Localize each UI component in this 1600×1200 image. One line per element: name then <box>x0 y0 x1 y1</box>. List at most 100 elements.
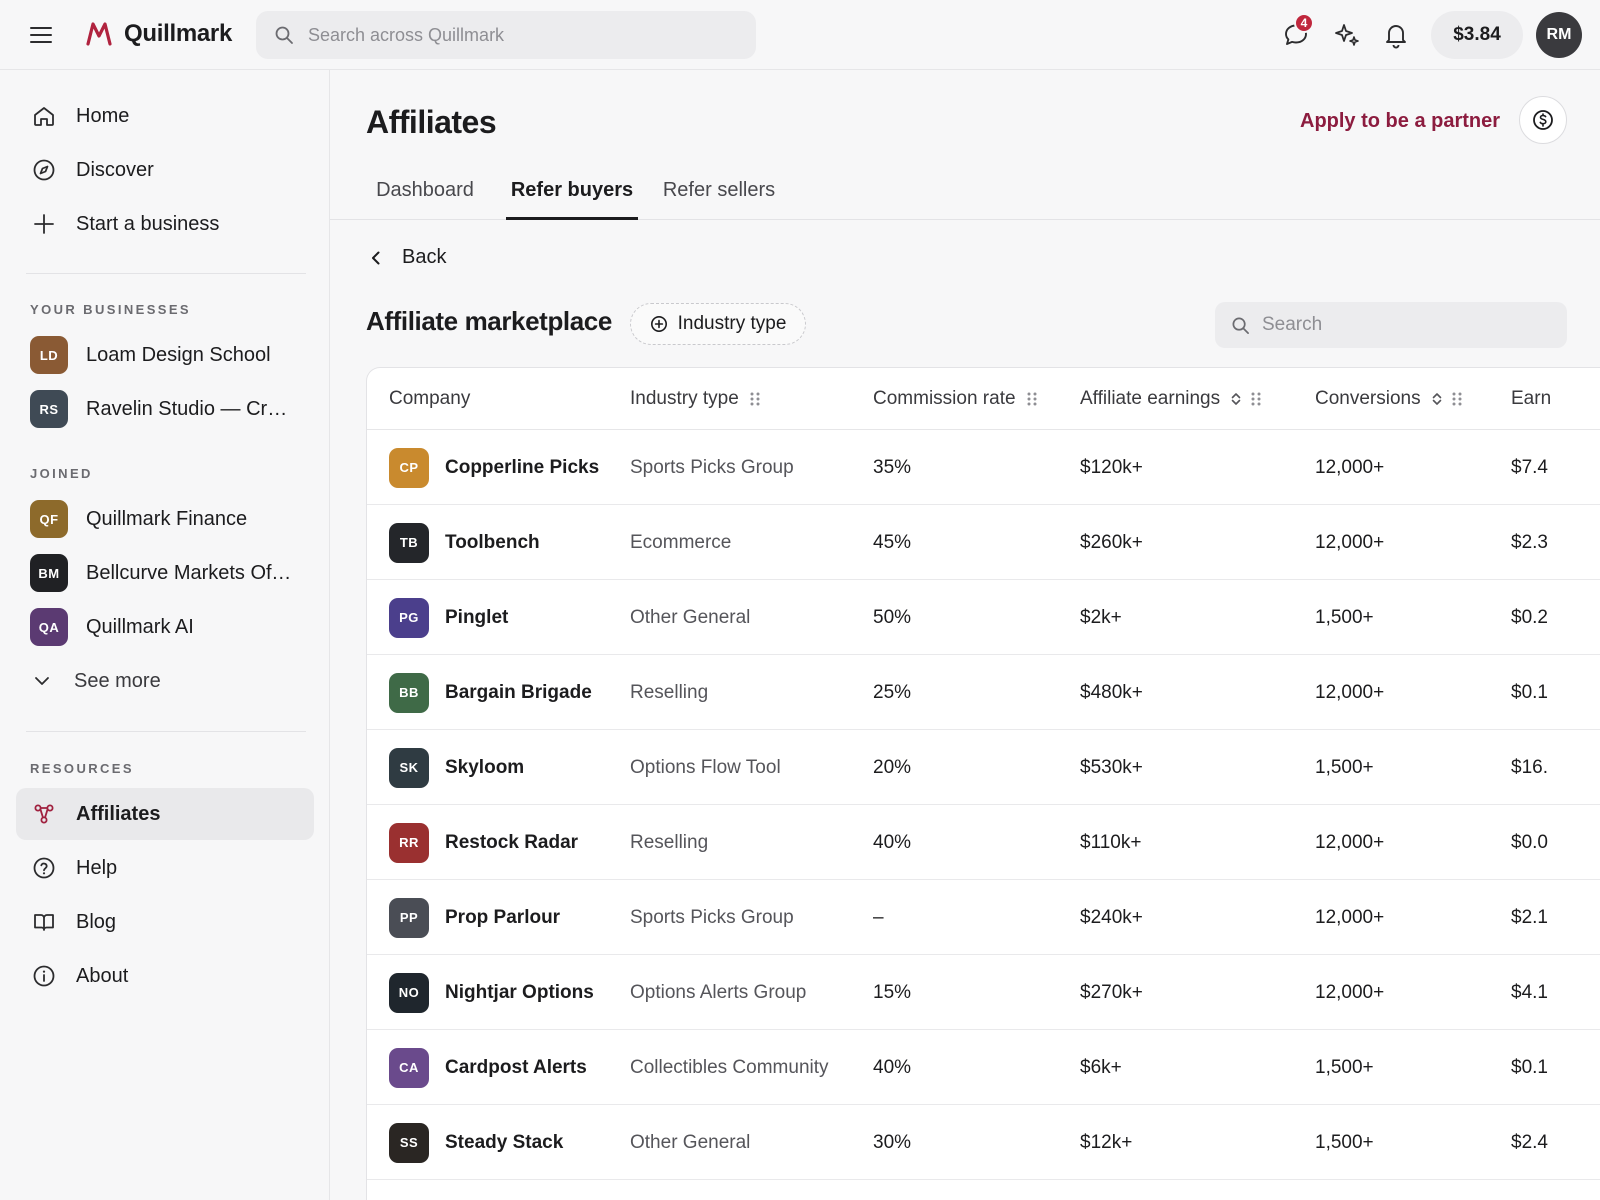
earn-cell: $2.1 <box>1511 906 1548 928</box>
joined-item-quillmark-ai[interactable]: QA Quillmark AI <box>16 601 314 653</box>
industry-cell: Other General <box>630 1131 751 1153</box>
column-label: Affiliate earnings <box>1080 388 1221 409</box>
industry-type-filter[interactable]: Industry type <box>630 303 806 345</box>
global-search-input[interactable] <box>308 24 728 46</box>
company-name: Cardpost Alerts <box>445 1056 587 1078</box>
sidebar-item-discover[interactable]: Discover <box>16 144 314 196</box>
sidebar-item-label: Home <box>76 104 130 127</box>
column-header-company[interactable]: Company <box>389 368 470 430</box>
table-row[interactable]: RR Restock Radar Reselling 40% $110k+ 12,… <box>367 805 1600 880</box>
see-more-label: See more <box>74 669 161 692</box>
column-header-conversions[interactable]: Conversions <box>1315 368 1463 430</box>
top-bar: Quillmark 4 $3.84 RM <box>0 0 1600 70</box>
bell-icon[interactable] <box>1381 20 1411 50</box>
plus-circle-icon <box>650 316 667 332</box>
earn-cell: $2.3 <box>1511 531 1548 553</box>
sort-icon[interactable] <box>1431 391 1443 407</box>
conversions-cell: 12,000+ <box>1315 531 1385 553</box>
earn-cell: $4.1 <box>1511 981 1548 1003</box>
table-row[interactable]: TB Toolbench Ecommerce 45% $260k+ 12,000+… <box>367 505 1600 580</box>
commission-cell: 35% <box>873 456 912 478</box>
affiliate-table: Company Industry type Commission rate Af… <box>366 367 1600 1200</box>
company-cell: CA Cardpost Alerts <box>389 1030 587 1105</box>
marketplace-search[interactable] <box>1215 302 1567 348</box>
drag-handle-icon[interactable] <box>1026 391 1038 407</box>
help-icon <box>33 857 55 879</box>
business-name: Quillmark AI <box>86 615 194 638</box>
sidebar-item-home[interactable]: Home <box>16 90 314 142</box>
app-name: Quillmark <box>124 20 233 47</box>
company-cell: PG Pinglet <box>389 580 508 655</box>
menu-icon[interactable] <box>28 22 54 48</box>
company-avatar: TB <box>389 522 429 563</box>
app-logo[interactable]: Quillmark <box>86 20 232 48</box>
business-avatar: QF <box>30 500 68 538</box>
chevron-left-icon <box>372 251 380 264</box>
sidebar-item-affiliates[interactable]: Affiliates <box>16 788 314 840</box>
column-header-commission[interactable]: Commission rate <box>873 368 1038 430</box>
drag-handle-icon[interactable] <box>1250 391 1262 407</box>
sidebar-item-label: Blog <box>76 910 117 933</box>
business-item-ravelin[interactable]: RS Ravelin Studio — Creative <box>16 383 314 435</box>
business-item-loam[interactable]: LD Loam Design School <box>16 329 314 381</box>
earnings-cell: $120k+ <box>1080 456 1143 478</box>
global-search[interactable] <box>256 11 756 59</box>
conversions-cell: 1,500+ <box>1315 606 1374 628</box>
sidebar-item-start-business[interactable]: Start a business <box>16 198 314 250</box>
conversions-cell: 1,500+ <box>1315 756 1374 778</box>
tab-refer-sellers[interactable]: Refer sellers <box>660 168 778 220</box>
affiliates-icon <box>34 804 54 824</box>
column-label: Conversions <box>1315 388 1421 409</box>
back-button[interactable]: Back <box>366 246 446 269</box>
book-icon <box>34 914 54 931</box>
sidebar-item-label: About <box>76 964 129 987</box>
company-cell: PP Prop Parlour <box>389 880 560 955</box>
company-name: Bargain Brigade <box>445 681 592 703</box>
conversions-cell: 1,500+ <box>1315 1056 1374 1078</box>
table-row[interactable]: CA Cardpost Alerts Collectibles Community… <box>367 1030 1600 1105</box>
plus-icon <box>34 214 54 234</box>
sparkles-icon[interactable] <box>1332 20 1362 50</box>
column-header-industry[interactable]: Industry type <box>630 368 761 430</box>
tab-bar: Dashboard Refer buyers Refer sellers <box>330 168 1600 220</box>
tab-refer-buyers[interactable]: Refer buyers <box>506 168 638 220</box>
table-row[interactable]: NO Nightjar Options Options Alerts Group … <box>367 955 1600 1030</box>
conversions-cell: 12,000+ <box>1315 981 1385 1003</box>
earn-cell: $2.4 <box>1511 1131 1548 1153</box>
table-row[interactable]: PP Prop Parlour Sports Picks Group – $240… <box>367 880 1600 955</box>
sidebar-item-label: Discover <box>76 158 154 181</box>
marketplace-search-input[interactable] <box>1262 314 1552 336</box>
drag-handle-icon[interactable] <box>749 391 761 407</box>
sidebar-item-label: Affiliates <box>76 802 161 825</box>
table-row[interactable]: BB Bargain Brigade Reselling 25% $480k+ 1… <box>367 655 1600 730</box>
table-row[interactable]: CP Copperline Picks Sports Picks Group 35… <box>367 430 1600 505</box>
business-avatar: BM <box>30 554 68 592</box>
industry-cell: Options Alerts Group <box>630 981 807 1003</box>
company-avatar: PG <box>389 597 429 638</box>
sidebar-item-help[interactable]: Help <box>16 842 314 894</box>
joined-item-bellcurve[interactable]: BM Bellcurve Markets Official <box>16 547 314 599</box>
industry-cell: Collectibles Community <box>630 1056 829 1078</box>
sort-icon[interactable] <box>1230 391 1242 407</box>
filter-label: Industry type <box>677 313 787 334</box>
tab-dashboard[interactable]: Dashboard <box>366 168 484 220</box>
drag-handle-icon[interactable] <box>1451 391 1463 407</box>
industry-cell: Other General <box>630 606 751 628</box>
commission-cell: – <box>873 906 884 928</box>
joined-item-quillmark-finance[interactable]: QF Quillmark Finance <box>16 493 314 545</box>
table-row[interactable]: SS Steady Stack Other General 30% $12k+ 1… <box>367 1105 1600 1180</box>
column-header-earn[interactable]: Earn <box>1511 368 1551 430</box>
balance-pill[interactable]: $3.84 <box>1431 11 1523 59</box>
table-row[interactable]: SK Skyloom Options Flow Tool 20% $530k+ 1… <box>367 730 1600 805</box>
company-cell: RR Restock Radar <box>389 805 578 880</box>
commission-cell: 25% <box>873 681 912 703</box>
sidebar-item-blog[interactable]: Blog <box>16 896 314 948</box>
user-avatar[interactable]: RM <box>1536 12 1582 58</box>
table-row[interactable]: PG Pinglet Other General 50% $2k+ 1,500+ … <box>367 580 1600 655</box>
sidebar-item-about[interactable]: About <box>16 950 314 1002</box>
payouts-button[interactable] <box>1519 96 1567 144</box>
apply-partner-link[interactable]: Apply to be a partner <box>1300 110 1500 133</box>
conversions-cell: 12,000+ <box>1315 831 1385 853</box>
see-more-button[interactable]: See more <box>16 655 314 707</box>
column-header-earnings[interactable]: Affiliate earnings <box>1080 368 1262 430</box>
